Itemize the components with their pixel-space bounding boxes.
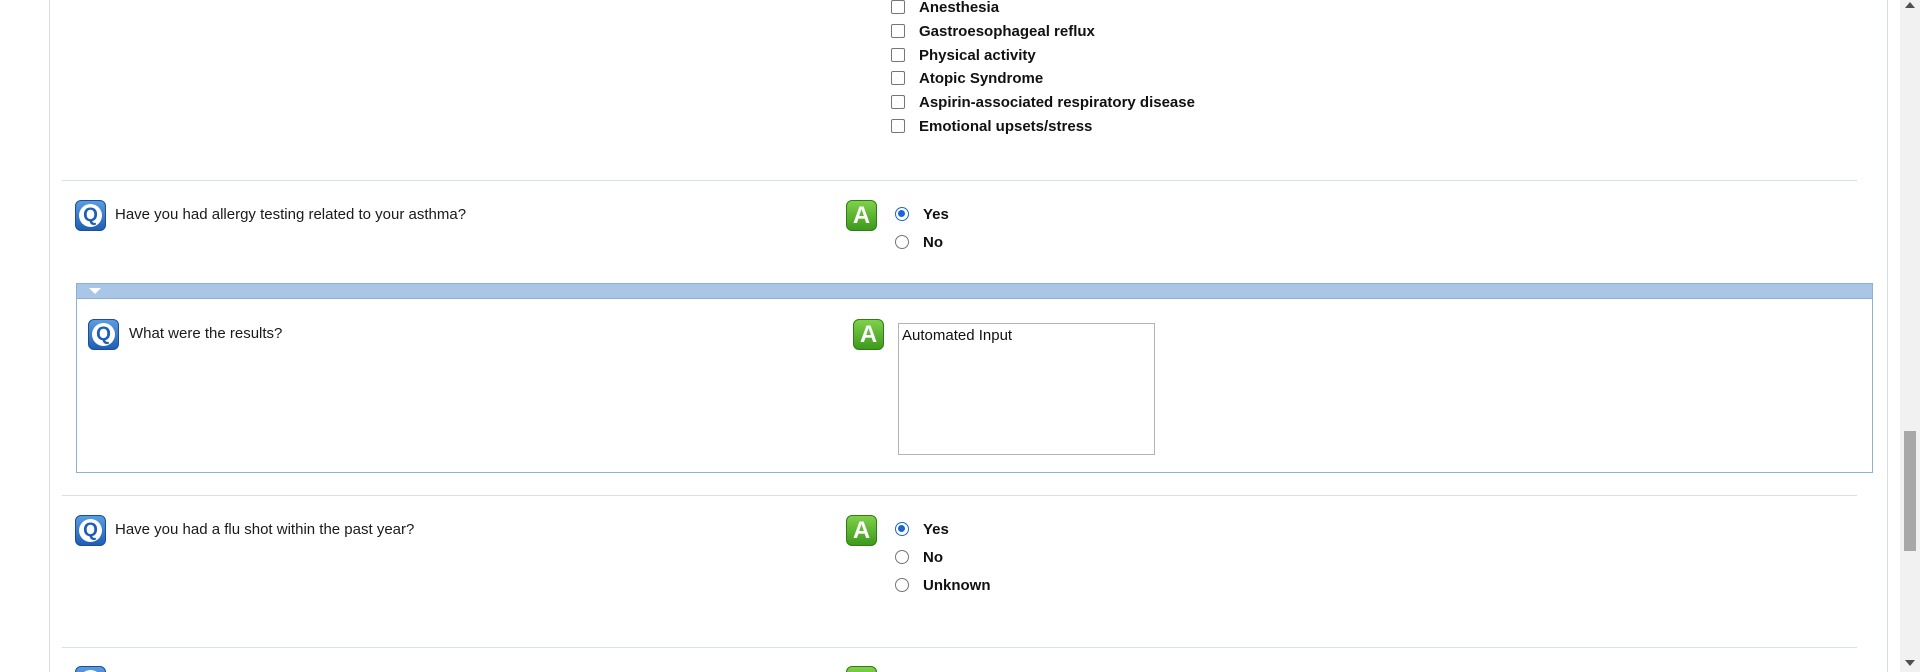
flu-option-unknown[interactable]: Unknown <box>895 575 991 595</box>
question-icon: Q <box>88 319 119 350</box>
checkbox[interactable] <box>891 0 905 14</box>
scroll-up-icon[interactable] <box>1905 2 1915 8</box>
allergy-question-text: Have you had allergy testing related to … <box>115 206 467 223</box>
subpanel-header[interactable] <box>77 284 1872 299</box>
option-label: Anesthesia <box>919 0 1000 16</box>
section-divider <box>62 647 1857 648</box>
trigger-option-physical-activity[interactable]: Physical activity <box>891 45 1036 65</box>
collapse-arrow-icon[interactable] <box>89 288 101 294</box>
trigger-option-anesthesia[interactable]: Anesthesia <box>891 0 999 17</box>
option-label: Aspirin-associated respiratory disease <box>919 93 1195 111</box>
option-label: No <box>923 548 943 566</box>
checkbox[interactable] <box>891 95 905 109</box>
trigger-option-atopic-syndrome[interactable]: Atopic Syndrome <box>891 68 1043 88</box>
option-label: Atopic Syndrome <box>919 69 1044 87</box>
content-right-border <box>1887 0 1888 672</box>
option-label: Emotional upsets/stress <box>919 117 1093 135</box>
option-label: Yes <box>923 205 949 223</box>
option-label: Physical activity <box>919 46 1036 64</box>
answer-icon: A <box>846 666 877 672</box>
checkbox[interactable] <box>891 24 905 38</box>
checkbox[interactable] <box>891 119 905 133</box>
answer-icon: A <box>846 515 877 546</box>
content-left-border <box>49 0 50 672</box>
radio-button[interactable] <box>895 522 909 536</box>
results-answer-textarea[interactable]: Automated Input <box>898 323 1155 455</box>
flu-option-no[interactable]: No <box>895 547 943 567</box>
scroll-down-icon[interactable] <box>1905 660 1915 666</box>
trigger-option-emotional-stress[interactable]: Emotional upsets/stress <box>891 116 1092 136</box>
allergy-option-no[interactable]: No <box>895 232 943 252</box>
radio-button[interactable] <box>895 235 909 249</box>
answer-icon: A <box>846 200 877 231</box>
question-icon: Q <box>75 200 106 231</box>
radio-button[interactable] <box>895 207 909 221</box>
answer-icon: A <box>853 319 884 350</box>
section-divider <box>62 180 1857 181</box>
trigger-option-gastroesophageal-reflux[interactable]: Gastroesophageal reflux <box>891 21 1095 41</box>
checkbox[interactable] <box>891 71 905 85</box>
option-label: No <box>923 233 943 251</box>
option-label: Unknown <box>923 576 991 594</box>
questionnaire-page: Anesthesia Gastroesophageal reflux Physi… <box>0 0 1920 672</box>
allergy-option-yes[interactable]: Yes <box>895 204 949 224</box>
question-icon: Q <box>75 666 106 672</box>
checkbox[interactable] <box>891 48 905 62</box>
option-label: Gastroesophageal reflux <box>919 22 1095 40</box>
radio-button[interactable] <box>895 550 909 564</box>
results-question-text: What were the results? <box>129 325 283 342</box>
radio-button[interactable] <box>895 578 909 592</box>
question-icon: Q <box>75 515 106 546</box>
flu-question-text: Have you had a flu shot within the past … <box>115 521 415 538</box>
section-divider <box>62 495 1857 496</box>
flu-option-yes[interactable]: Yes <box>895 519 949 539</box>
scroll-thumb[interactable] <box>1904 431 1916 551</box>
trigger-option-aspirin-disease[interactable]: Aspirin-associated respiratory disease <box>891 92 1195 112</box>
option-label: Yes <box>923 520 949 538</box>
vertical-scrollbar[interactable] <box>1900 0 1920 672</box>
